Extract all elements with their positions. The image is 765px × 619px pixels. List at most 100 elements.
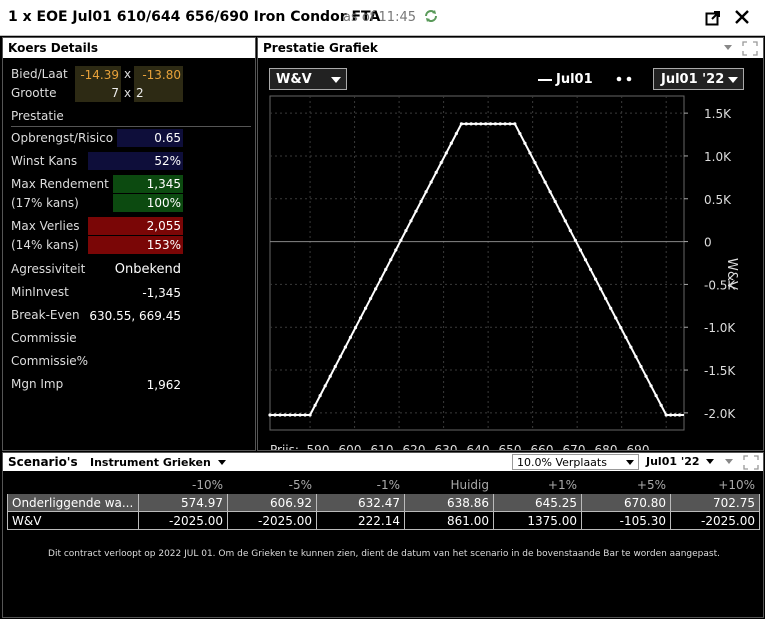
series-point (323, 384, 327, 388)
series-point (538, 170, 542, 174)
shift-select[interactable]: 10.0% Verplaats (512, 454, 639, 470)
winst-kans-value: 52% (88, 152, 183, 170)
greeks-select-value: Instrument Grieken (90, 456, 211, 469)
prestatie-divider (11, 126, 251, 127)
table-cell: 1375.00 (493, 511, 582, 530)
break-even-value: 630.55, 669.45 (89, 309, 181, 323)
maximize-icon[interactable] (742, 41, 758, 56)
series-point (328, 374, 332, 378)
x-tick-label: 650 (499, 443, 522, 450)
opbrengst-risico-value: 0.65 (117, 129, 183, 147)
commissie-pct-label: Commissie% (11, 354, 89, 368)
maximize-icon[interactable] (743, 455, 759, 470)
table-cell: 861.00 (404, 511, 494, 530)
scenario-expiry-select[interactable]: Jul01 '22 (646, 455, 715, 468)
commissie-value (113, 330, 183, 348)
series-point (498, 122, 502, 126)
series-point (288, 413, 292, 417)
series-point (343, 345, 347, 349)
table-row[interactable]: W&V -2025.00 -2025.00 222.14 861.00 1375… (7, 511, 760, 530)
scenarios-title: Scenario's (8, 455, 78, 469)
series-point (558, 209, 562, 213)
max-rendement-prob-label: (17% kans) (11, 196, 79, 210)
series-point (669, 413, 673, 417)
series-point (593, 277, 598, 281)
koers-details-header: Koers Details (3, 38, 255, 58)
y-tick-label: -2.0K (704, 407, 736, 421)
series-point (298, 413, 302, 417)
bid-value: -14.39 (75, 66, 121, 84)
chevron-down-icon (706, 459, 715, 464)
series-point (493, 122, 498, 126)
y-tick-label: 1.5K (704, 107, 732, 121)
series-point (599, 287, 603, 291)
series-point (523, 141, 527, 145)
x-tick-label: 620 (403, 443, 426, 450)
table-row[interactable]: Onderliggende wa... 574.97 606.92 632.47… (7, 493, 760, 512)
panel-menu-icon[interactable] (724, 45, 732, 51)
x-axis-label: Prijs: (270, 443, 299, 450)
series-point (338, 355, 342, 359)
table-cell: 632.47 (316, 493, 405, 512)
scenario-table: -10% -5% -1% Huidig +1% +5% +10% Onderli… (7, 475, 760, 530)
series-point (439, 161, 443, 165)
grootte-label: Grootte (11, 86, 57, 100)
series-point (369, 296, 373, 301)
series-point (479, 122, 483, 126)
series-point (429, 180, 433, 184)
series-point (533, 161, 537, 165)
series-point (474, 122, 478, 126)
series-point (374, 287, 378, 291)
refresh-icon[interactable] (423, 8, 439, 24)
greeks-select[interactable]: Instrument Grieken (90, 456, 226, 469)
max-verlies-prob-label: (14% kans) (11, 238, 79, 252)
popout-icon[interactable] (705, 10, 721, 26)
table-cell: -2025.00 (670, 511, 760, 530)
bied-laat-label: Bied/Laat (11, 67, 68, 81)
series-point (464, 122, 468, 126)
window-title: 1 x EOE Jul01 610/644 656/690 Iron Condo… (8, 9, 381, 25)
series-point (604, 296, 608, 301)
commissie-label: Commissie (11, 331, 77, 345)
series-point (333, 364, 337, 369)
table-cell: -2025.00 (138, 511, 228, 530)
scenario-header-row: -10% -5% -1% Huidig +1% +5% +10% (8, 476, 760, 494)
prestatie-grafiek-panel: Prestatie Grafiek W&V Jul01 Jul01 '22 1.… (257, 37, 764, 451)
column-header: +10% (718, 477, 755, 492)
x-tick-label: 590 (307, 443, 330, 450)
close-icon[interactable] (733, 8, 751, 26)
series-point (619, 326, 623, 330)
series-point (363, 306, 368, 310)
winst-kans-label: Winst Kans (11, 154, 78, 168)
series-point (528, 151, 532, 155)
series-point (624, 335, 628, 339)
expiry-notice: Dit contract verloopt op 2022 JUL 01. Om… (48, 549, 720, 559)
series-point (358, 316, 363, 320)
series-point (318, 394, 322, 398)
panel-menu-icon[interactable] (725, 459, 733, 465)
table-cell: 670.80 (581, 493, 671, 512)
x-tick-label: 640 (467, 443, 490, 450)
series-point (583, 258, 588, 262)
series-point (409, 219, 413, 223)
series-point (394, 248, 398, 252)
series-point (649, 384, 653, 388)
commissie-pct-value (113, 353, 183, 371)
series-point (513, 122, 517, 126)
x-tick-label: 630 (435, 443, 458, 450)
table-cell: 702.75 (670, 493, 760, 512)
series-point (384, 267, 388, 272)
series-point (518, 131, 522, 136)
series-point (629, 345, 633, 349)
scenarios-header: Scenario's Instrument Grieken 10.0% Verp… (3, 453, 763, 471)
x-tick-label: 670 (563, 443, 586, 450)
column-header: +5% (636, 477, 666, 492)
series-point (654, 394, 658, 398)
series-point (293, 413, 297, 417)
series-point (399, 238, 403, 242)
series-point (348, 335, 353, 339)
series-point (503, 122, 507, 126)
series-point (588, 267, 593, 272)
prestatie-label: Prestatie (11, 109, 64, 123)
series-point (389, 258, 393, 262)
